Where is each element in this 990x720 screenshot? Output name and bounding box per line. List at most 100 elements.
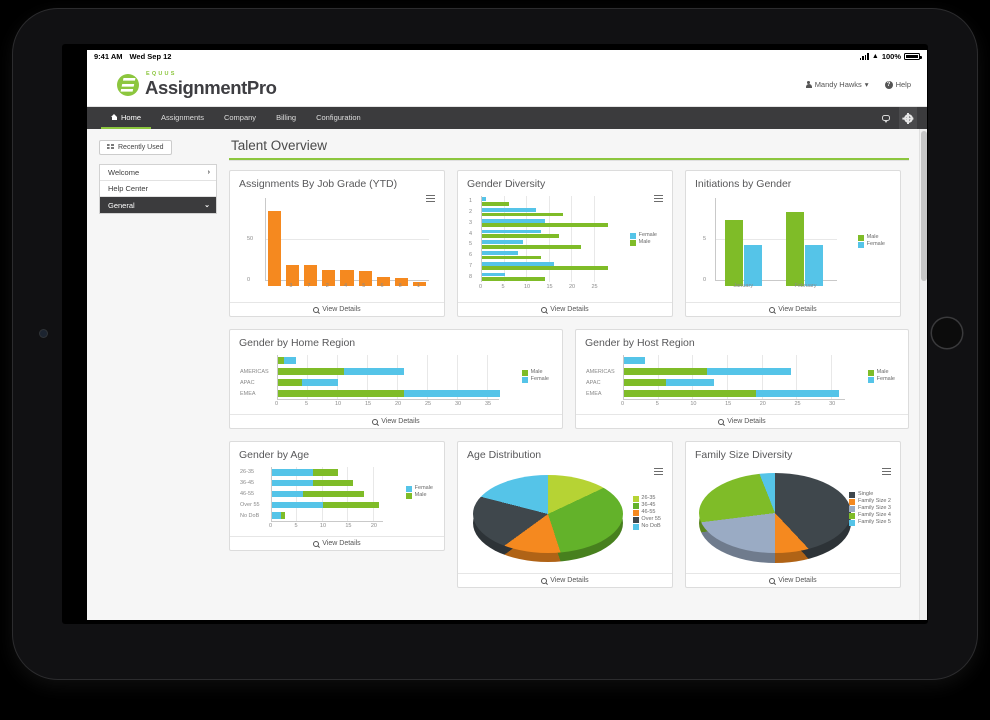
legend-label: Single	[857, 491, 874, 497]
x-axis-tick-label: 4	[344, 283, 348, 289]
view-details-button[interactable]: View Details	[686, 573, 900, 587]
bar	[312, 480, 354, 487]
view-details-button[interactable]: View Details	[576, 414, 908, 428]
app-header: EQUUS AssignmentPro Mandy Hawks ▾ ? Help	[87, 63, 927, 107]
search-icon	[313, 306, 320, 313]
legend-label: Female	[530, 376, 549, 382]
pie-chart	[473, 475, 623, 562]
legend-swatch	[522, 376, 529, 383]
main-content: Talent Overview Assignments By Job Grade…	[223, 129, 927, 620]
chat-icon	[882, 114, 890, 123]
x-axis-tick-label: 5	[655, 401, 659, 407]
x-axis-tick-label: 1	[416, 283, 420, 289]
chart-legend: 26-35 36-45 46-55 Over 55 No DoB	[632, 495, 661, 530]
nav-item-home[interactable]: Home	[101, 107, 152, 129]
y-axis-tick-label: 6	[469, 252, 473, 259]
bar	[744, 245, 763, 286]
user-menu[interactable]: Mandy Hawks ▾	[805, 80, 869, 89]
chart-gender-by-host-region: 0 5 10 15 20 25 30 AMERICAS APAC EMEA Male Female	[585, 351, 899, 414]
page-body: Recently Used Welcome › Help Center Gene…	[87, 129, 927, 620]
card-gender-by-age: Gender by Age 0 5 10 15 20 26-35 36-45 46-55 Ove…	[229, 441, 445, 551]
card-title: Family Size Diversity	[695, 449, 793, 461]
view-details-button[interactable]: View Details	[230, 414, 562, 428]
pie-surface	[699, 473, 851, 553]
help-label: Help	[895, 80, 911, 89]
view-details-label: View Details	[727, 418, 766, 425]
bar	[482, 240, 523, 245]
search-icon	[769, 577, 776, 584]
view-details-button[interactable]: View Details	[458, 573, 672, 587]
page-title: Talent Overview	[229, 135, 909, 160]
legend-item: Family Size 3	[849, 505, 891, 512]
home-button[interactable]	[932, 318, 962, 348]
chart-gender-by-age: 0 5 10 15 20 26-35 36-45 46-55 Over 55 No DoB Fema…	[239, 463, 435, 536]
y-axis-tick-label: 46-55	[240, 491, 255, 497]
bar	[707, 368, 791, 375]
settings-button[interactable]	[899, 107, 917, 129]
chat-button[interactable]	[877, 107, 895, 129]
legend-swatch	[406, 492, 413, 499]
x-axis-tick-label: 5	[362, 283, 366, 289]
legend-label: Female	[866, 241, 885, 247]
legend-swatch	[849, 512, 856, 519]
sidebar-item-welcome[interactable]: Welcome ›	[100, 165, 216, 181]
bar	[482, 277, 545, 281]
legend-item: 46-55	[632, 509, 661, 516]
nav-item-billing[interactable]: Billing	[266, 107, 306, 129]
view-details-button[interactable]: View Details	[458, 302, 672, 316]
x-axis-tick-label: February	[794, 283, 817, 289]
search-icon	[541, 306, 548, 313]
legend-label: Male	[414, 492, 427, 498]
bar	[482, 255, 541, 260]
help-link[interactable]: ? Help	[884, 80, 911, 89]
view-details-button[interactable]: View Details	[686, 302, 900, 316]
legend-label: Male	[866, 234, 879, 240]
home-icon	[111, 114, 118, 120]
bar	[482, 212, 563, 217]
sidebar-label-welcome: Welcome	[108, 168, 140, 177]
y-axis-tick-label: 4	[469, 230, 473, 237]
card-family-size-diversity: Family Size Diversity Single Family Size …	[685, 441, 901, 588]
card-title: Gender by Home Region	[239, 337, 356, 349]
y-axis-tick-label: No DoB	[240, 512, 260, 519]
sidebar-item-general[interactable]: General ⌄	[100, 197, 216, 213]
nav-item-assignments[interactable]: Assignments	[151, 107, 214, 129]
gridline	[265, 239, 429, 240]
legend-label: Family Size 4	[857, 512, 891, 518]
y-axis-tick-label: 8	[469, 273, 473, 280]
user-name: Mandy Hawks	[814, 80, 862, 89]
x-axis-tick-label: 8	[398, 283, 402, 289]
sidebar-menu: Welcome › Help Center General ⌄	[99, 164, 217, 214]
app-logo[interactable]: EQUUS AssignmentPro	[117, 71, 277, 98]
x-axis-tick-label: 20	[759, 401, 766, 407]
legend-swatch	[406, 485, 413, 492]
grid-icon	[107, 144, 114, 150]
nav-label-configuration: Configuration	[316, 112, 361, 122]
front-camera	[40, 330, 47, 337]
x-axis-tick-label: 0	[621, 401, 625, 407]
x-axis-tick-label: 7	[307, 283, 311, 289]
x-axis-tick-label: 20	[370, 523, 377, 529]
card-initiations-by-gender: Initiations by Gender 0 5 January February M…	[685, 170, 901, 317]
y-axis-tick-label: 2	[469, 209, 473, 216]
legend-item: Female	[858, 241, 885, 248]
wifi-icon: ▲	[871, 53, 879, 60]
bar	[272, 512, 282, 519]
bar	[624, 368, 708, 375]
nav-item-configuration[interactable]: Configuration	[306, 107, 371, 129]
scrollbar-thumb[interactable]	[921, 131, 927, 281]
view-details-button[interactable]: View Details	[230, 536, 444, 550]
legend-swatch	[858, 241, 865, 248]
search-icon	[372, 418, 379, 425]
status-date: Wed Sep 12	[129, 52, 172, 61]
legend-item: Female	[522, 376, 549, 383]
legend-label: Family Size 3	[857, 505, 891, 511]
bar	[624, 379, 666, 386]
content-scrollbar[interactable]	[919, 129, 927, 620]
view-details-button[interactable]: View Details	[230, 302, 444, 316]
main-navigation: Home Assignments Company Billing Configu…	[87, 107, 927, 129]
nav-item-company[interactable]: Company	[214, 107, 266, 129]
recently-used-button[interactable]: Recently Used	[99, 139, 172, 155]
logo-product-name: AssignmentPro	[145, 76, 277, 98]
sidebar-item-help-center[interactable]: Help Center	[100, 181, 216, 197]
